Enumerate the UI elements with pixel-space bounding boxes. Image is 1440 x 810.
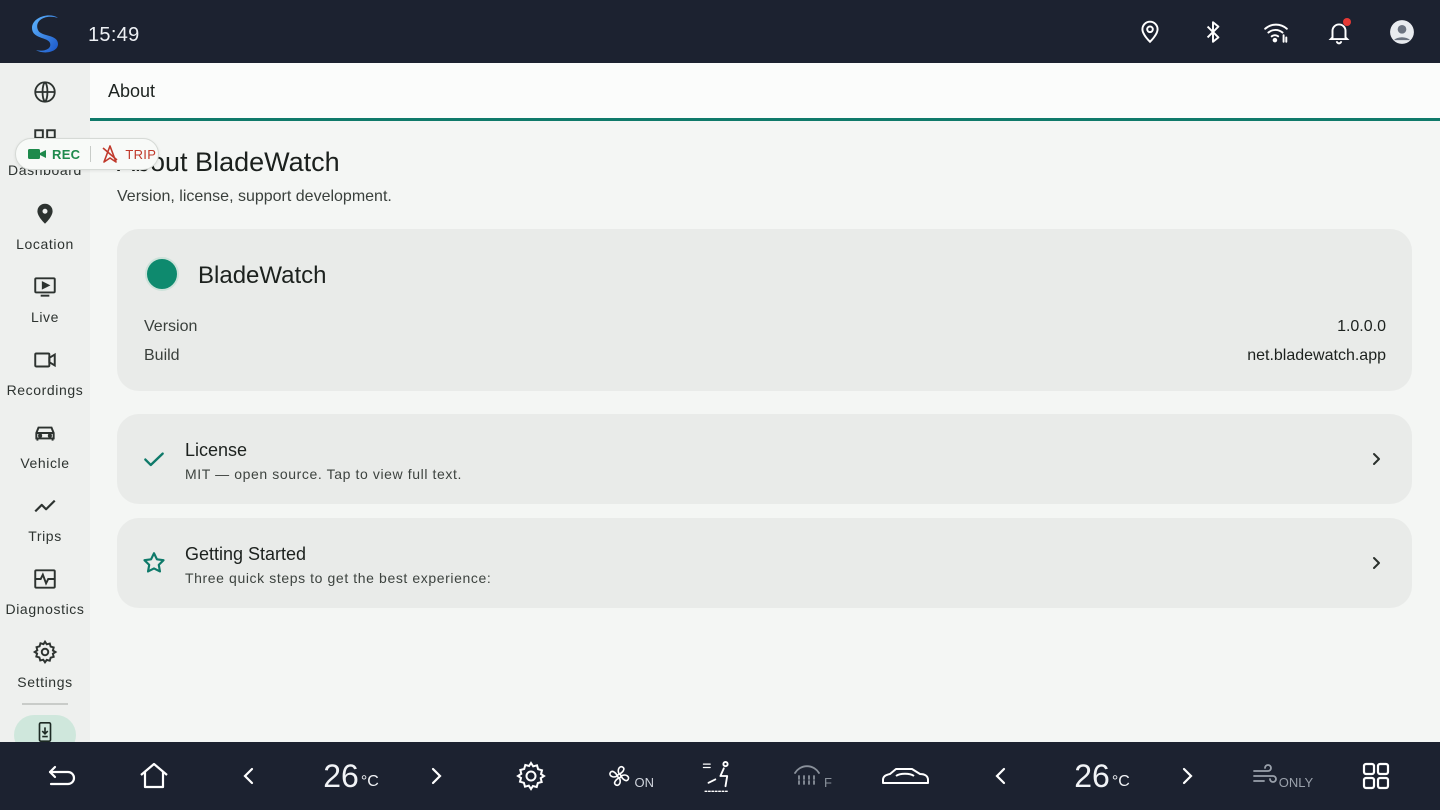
chevron-right-icon xyxy=(431,767,442,785)
clock: 15:49 xyxy=(88,24,140,46)
app-name: BladeWatch xyxy=(198,262,327,289)
rear-defrost-button[interactable]: F xyxy=(790,756,834,796)
airflow-mode-button[interactable] xyxy=(696,756,738,796)
rear-defrost-icon xyxy=(794,765,820,787)
climate-bar: 26 °C ON F 26 °C ONLY xyxy=(0,742,1440,810)
left-temperature: 26 °C xyxy=(315,756,387,796)
trip-label: TRIP xyxy=(125,146,157,162)
ac-only-button[interactable]: ONLY xyxy=(1250,756,1314,796)
right-temp-unit: °C xyxy=(1111,773,1130,790)
left-temp-value: 26 xyxy=(323,757,359,794)
apps-grid-button[interactable] xyxy=(1358,756,1394,796)
sidebar-item-live[interactable]: Live xyxy=(0,274,90,344)
build-value: net.bladewatch.app xyxy=(1247,347,1386,364)
chip-divider xyxy=(90,146,92,162)
app-info-card: BladeWatch Version 1.0.0.0 Build net.bla… xyxy=(117,229,1412,391)
page-header: About xyxy=(90,63,1440,118)
location-pin-icon[interactable] xyxy=(1134,16,1166,48)
back-icon xyxy=(48,765,76,786)
section-subtitle: Version, license, support development. xyxy=(117,188,392,205)
left-temp-unit: °C xyxy=(360,773,379,790)
wind-icon xyxy=(1252,764,1277,783)
home-icon xyxy=(140,762,168,789)
sidebar-item-label: Diagnostics xyxy=(5,601,85,617)
diagnostics-icon xyxy=(34,569,56,589)
sidebar-item-label: Location xyxy=(16,236,74,252)
version-label: Version xyxy=(144,318,198,335)
fan-icon xyxy=(609,765,630,787)
chevron-left-icon xyxy=(243,767,254,785)
sidebar-item-label: Recordings xyxy=(6,382,84,398)
status-bar: 15:49 xyxy=(0,0,1440,63)
sidebar-divider xyxy=(22,703,68,705)
sidebar-item-label: Trips xyxy=(28,528,62,544)
car-recirculation-icon xyxy=(882,768,929,784)
home-button[interactable] xyxy=(134,756,174,796)
globe-icon xyxy=(34,81,56,103)
sidebar-item-settings[interactable]: Settings xyxy=(0,639,90,709)
sidebar-item-recordings[interactable]: Recordings xyxy=(0,347,90,417)
video-camera-icon xyxy=(28,149,46,159)
location-icon xyxy=(37,203,53,224)
grid-icon xyxy=(1362,762,1390,790)
sidebar-item-vehicle[interactable]: Vehicle xyxy=(0,420,90,490)
chevron-left-icon xyxy=(995,767,1006,785)
chevron-right-icon xyxy=(1373,557,1380,569)
rec-label: REC xyxy=(52,146,81,162)
chevron-right-icon xyxy=(1182,767,1193,785)
license-title: License xyxy=(185,440,248,460)
live-icon xyxy=(34,277,56,297)
defrost-label: F xyxy=(824,774,832,790)
getting-started-title: Getting Started xyxy=(185,544,307,564)
sidebar-item-label: Vehicle xyxy=(20,455,70,471)
bell-icon[interactable] xyxy=(1323,16,1355,48)
rec-trip-chip[interactable]: REC TRIP xyxy=(15,138,159,170)
bluetooth-icon[interactable] xyxy=(1197,16,1229,48)
notification-badge xyxy=(1343,18,1351,26)
trip-icon xyxy=(102,145,118,163)
check-icon xyxy=(144,452,164,467)
sidebar-item-trips[interactable]: Trips xyxy=(0,493,90,563)
getting-started-card[interactable]: Getting Started Three quick steps to get… xyxy=(117,518,1412,608)
build-label: Build xyxy=(144,347,180,364)
getting-started-desc: Three quick steps to get the best experi… xyxy=(185,570,492,586)
wifi-icon[interactable] xyxy=(1260,16,1292,48)
video-camera-icon xyxy=(34,352,56,368)
sidebar-item-diagnostics[interactable]: Diagnostics xyxy=(0,566,90,636)
download-phone-icon xyxy=(38,722,52,742)
left-temp-up-button[interactable] xyxy=(425,756,449,796)
main-content: About BladeWatch Version, license, suppo… xyxy=(90,121,1440,742)
airflow-seat-icon xyxy=(702,761,730,792)
version-value: 1.0.0.0 xyxy=(1337,318,1386,335)
sidebar-item-label: Live xyxy=(30,309,60,325)
license-desc: MIT — open source. Tap to view full text… xyxy=(185,466,462,482)
climate-settings-button[interactable] xyxy=(512,756,550,796)
account-icon[interactable] xyxy=(1386,16,1418,48)
left-temp-down-button[interactable] xyxy=(236,756,260,796)
sidebar-item-label: Settings xyxy=(17,674,73,690)
star-icon xyxy=(143,552,165,573)
trend-icon xyxy=(34,499,56,513)
fan-state: ON xyxy=(634,774,655,790)
right-temp-up-button[interactable] xyxy=(1176,756,1200,796)
gear-icon xyxy=(32,639,58,664)
fan-button[interactable]: ON xyxy=(606,756,654,796)
ac-mode-label: ONLY xyxy=(1278,774,1314,790)
page-title: About xyxy=(108,81,156,101)
license-card[interactable]: License MIT — open source. Tap to view f… xyxy=(117,414,1412,504)
gear-icon xyxy=(516,761,546,791)
recirculation-button[interactable] xyxy=(880,756,930,796)
chevron-right-icon xyxy=(1373,453,1380,465)
back-button[interactable] xyxy=(40,756,84,796)
right-temp-value: 26 xyxy=(1074,757,1110,794)
app-logo[interactable] xyxy=(28,12,68,56)
app-status-dot xyxy=(145,257,179,291)
sidebar-item-location[interactable]: Location xyxy=(0,201,90,271)
car-icon xyxy=(35,426,55,441)
right-temp-down-button[interactable] xyxy=(988,756,1012,796)
sidebar-item-about[interactable] xyxy=(14,715,76,742)
right-temperature: 26 °C xyxy=(1066,756,1138,796)
